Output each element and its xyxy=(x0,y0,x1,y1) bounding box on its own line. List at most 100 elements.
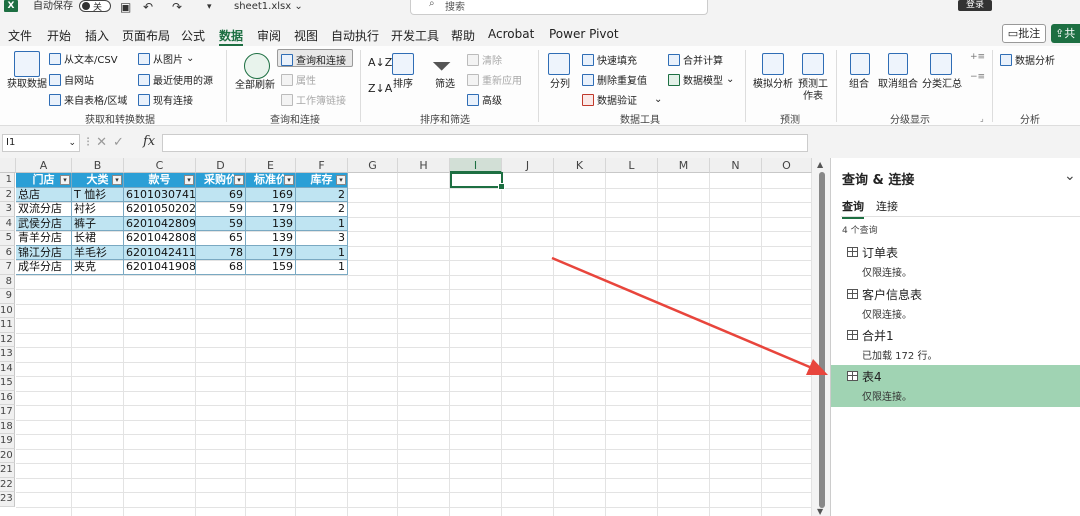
table-cell[interactable]: 青羊分店 xyxy=(16,231,72,246)
row-header-10[interactable]: 10 xyxy=(0,303,15,318)
get-data-button[interactable]: 获取数据 xyxy=(6,79,48,91)
scroll-up-icon[interactable]: ▲ xyxy=(817,160,823,169)
table-cell[interactable]: 6101030741 xyxy=(124,187,196,202)
table-cell[interactable]: 6201050202 xyxy=(124,202,196,217)
column-header-c[interactable]: C xyxy=(124,158,196,173)
table-cell[interactable]: 裤子 xyxy=(72,216,124,231)
from-text-csv-button[interactable]: 从文本/CSV xyxy=(49,51,118,66)
row-header-8[interactable]: 8 xyxy=(0,274,15,289)
column-header-e[interactable]: E xyxy=(246,158,296,173)
table-cell[interactable]: 成华分店 xyxy=(16,260,72,275)
row-header-11[interactable]: 11 xyxy=(0,318,15,333)
customize-qat-icon[interactable]: ▾ xyxy=(207,0,212,14)
search-box[interactable]: ⌕ 搜索 xyxy=(410,0,708,15)
file-name[interactable]: sheet1.xlsx ⌄ xyxy=(234,0,303,14)
insert-function-button[interactable]: fx xyxy=(143,134,155,149)
query-item[interactable]: 订单表 仅限连接。 xyxy=(831,241,1080,283)
filter-dropdown-icon[interactable]: ▾ xyxy=(60,175,70,185)
table-cell[interactable]: T 恤衫 xyxy=(72,187,124,202)
row-header-12[interactable]: 12 xyxy=(0,332,15,347)
forecast-sheet-button[interactable]: 预测工作表 xyxy=(796,79,830,103)
filter-button[interactable]: 筛选 xyxy=(429,79,461,91)
row-header-2[interactable]: 2 xyxy=(0,187,15,202)
table-header-cell[interactable]: 标准价 ▾ xyxy=(246,173,296,188)
undo-icon[interactable]: ↶ xyxy=(143,0,153,14)
tab-review[interactable]: 审阅 xyxy=(257,27,281,43)
table-cell[interactable]: 179 xyxy=(246,245,296,260)
column-header-f[interactable]: F xyxy=(296,158,348,173)
filter-dropdown-icon[interactable]: ▾ xyxy=(234,175,244,185)
query-item-selected[interactable]: 表4 仅限连接。 xyxy=(831,365,1080,407)
query-item[interactable]: 合并1 已加载 172 行。 xyxy=(831,324,1080,366)
refresh-all-button[interactable]: 全部刷新 xyxy=(231,80,279,92)
share-button[interactable]: ⇪共 xyxy=(1051,24,1080,43)
table-cell[interactable]: 衬衫 xyxy=(72,202,124,217)
column-header-a[interactable]: A xyxy=(16,158,72,173)
row-header-1[interactable]: 1 xyxy=(0,173,15,188)
table-cell[interactable]: 139 xyxy=(246,216,296,231)
from-table-button[interactable]: 来自表格/区域 xyxy=(49,92,127,107)
active-cell-i1[interactable] xyxy=(450,172,505,190)
workbook-links-button[interactable]: 工作簿链接 xyxy=(281,92,346,107)
tab-help[interactable]: 帮助 xyxy=(451,27,475,43)
tab-connections[interactable]: 连接 xyxy=(876,198,898,214)
row-header-14[interactable]: 14 xyxy=(0,361,15,376)
table-cell[interactable]: 1 xyxy=(296,260,348,275)
table-header-cell[interactable]: 款号 ▾ xyxy=(124,173,196,188)
column-header-l[interactable]: L xyxy=(606,158,658,173)
select-all-corner[interactable] xyxy=(0,158,16,173)
table-cell[interactable]: 159 xyxy=(246,260,296,275)
group-button[interactable]: 组合 xyxy=(844,79,874,91)
hide-detail-icon[interactable]: −≡ xyxy=(970,72,985,82)
table-cell[interactable]: 2 xyxy=(296,202,348,217)
table-cell[interactable]: 1 xyxy=(296,245,348,260)
show-detail-icon[interactable]: +≡ xyxy=(970,52,985,62)
data-model-button[interactable]: 数据模型 ⌄ xyxy=(668,72,734,87)
row-header-17[interactable]: 17 xyxy=(0,405,15,420)
table-cell[interactable]: 双流分店 xyxy=(16,202,72,217)
table-cell[interactable]: 68 xyxy=(196,260,246,275)
autosave-toggle[interactable]: 关 xyxy=(79,0,111,13)
row-header-15[interactable]: 15 xyxy=(0,376,15,391)
tab-queries[interactable]: 查询 xyxy=(842,198,864,219)
row-header-13[interactable]: 13 xyxy=(0,347,15,362)
tab-acrobat[interactable]: Acrobat xyxy=(488,27,534,43)
table-cell[interactable]: 6201042411 xyxy=(124,245,196,260)
chevron-down-icon[interactable]: ⌄ xyxy=(1064,168,1076,184)
table-cell[interactable]: 锦江分店 xyxy=(16,245,72,260)
existing-connections-button[interactable]: 现有连接 xyxy=(138,92,193,107)
reapply-button[interactable]: 重新应用 xyxy=(467,72,522,87)
table-cell[interactable]: 139 xyxy=(246,231,296,246)
consolidate-button[interactable]: 合并计算 xyxy=(668,52,723,67)
what-if-button[interactable]: 模拟分析 xyxy=(750,79,796,91)
table-cell[interactable]: 羊毛衫 xyxy=(72,245,124,260)
table-cell[interactable]: 长裙 xyxy=(72,231,124,246)
queries-connections-button[interactable]: 查询和连接 xyxy=(281,52,346,67)
advanced-filter-button[interactable]: 高级 xyxy=(467,92,502,107)
subtotal-button[interactable]: 分类汇总 xyxy=(919,79,965,91)
tab-formulas[interactable]: 公式 xyxy=(181,27,205,43)
comments-button[interactable]: ▭批注 xyxy=(1002,24,1046,43)
table-header-cell[interactable]: 库存 ▾ xyxy=(296,173,348,188)
vertical-scrollbar[interactable]: ▲ ▼ xyxy=(812,158,830,516)
column-header-h[interactable]: H xyxy=(398,158,450,173)
query-item[interactable]: 客户信息表 仅限连接。 xyxy=(831,283,1080,325)
table-cell[interactable]: 2 xyxy=(296,187,348,202)
column-header-g[interactable]: G xyxy=(348,158,398,173)
tab-page-layout[interactable]: 页面布局 xyxy=(122,27,170,43)
filter-dropdown-icon[interactable]: ▾ xyxy=(284,175,294,185)
column-header-k[interactable]: K xyxy=(554,158,606,173)
row-header-7[interactable]: 7 xyxy=(0,260,15,275)
table-cell[interactable]: 3 xyxy=(296,231,348,246)
scroll-thumb[interactable] xyxy=(819,172,825,508)
row-header-9[interactable]: 9 xyxy=(0,289,15,304)
table-header-cell[interactable]: 大类 ▾ xyxy=(72,173,124,188)
filter-dropdown-icon[interactable]: ▾ xyxy=(184,175,194,185)
column-header-m[interactable]: M xyxy=(658,158,710,173)
properties-button[interactable]: 属性 xyxy=(281,72,316,87)
from-web-button[interactable]: 自网站 xyxy=(49,72,94,87)
column-header-j[interactable]: J xyxy=(502,158,554,173)
tab-insert[interactable]: 插入 xyxy=(85,27,109,43)
table-cell[interactable]: 59 xyxy=(196,202,246,217)
table-header-cell[interactable]: 门店 ▾ xyxy=(16,173,72,188)
